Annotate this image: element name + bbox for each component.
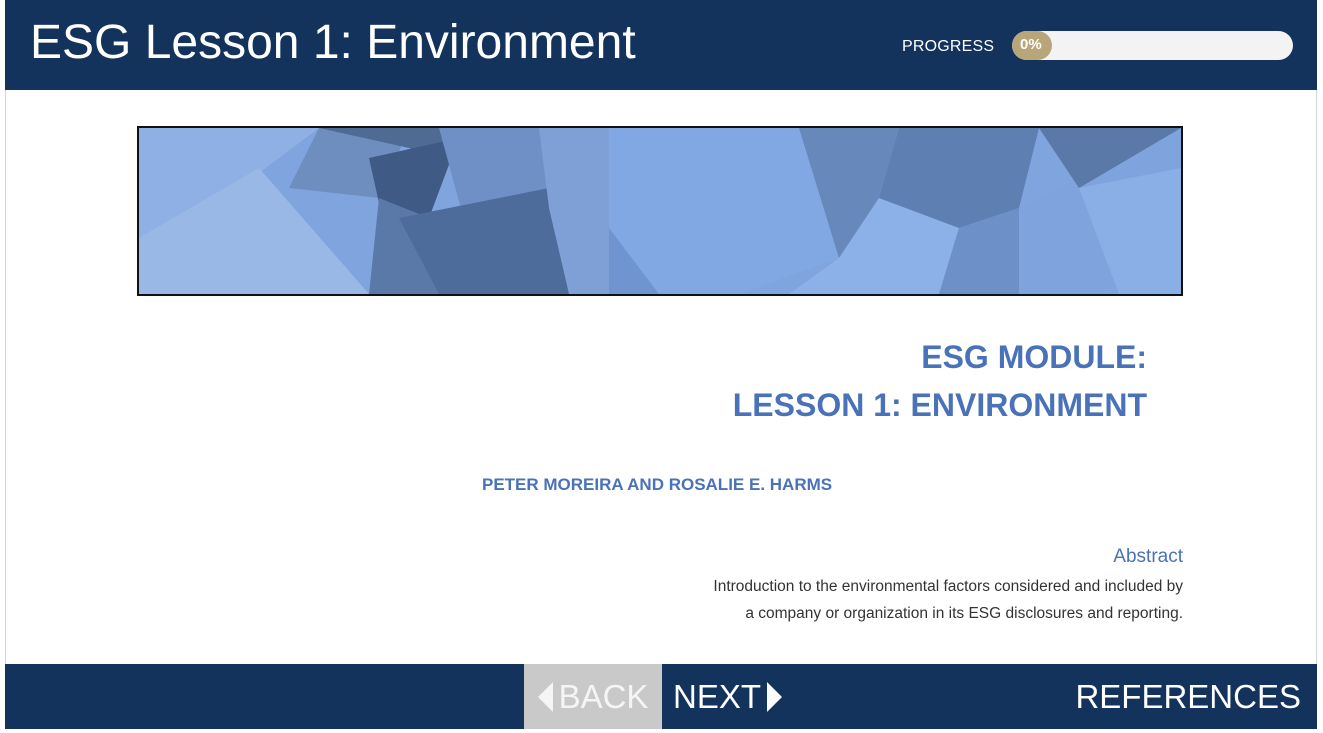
header-bar: ESG Lesson 1: Environment PROGRESS 0% (5, 0, 1317, 90)
back-button[interactable]: BACK (524, 664, 662, 729)
next-label: NEXT (673, 677, 762, 715)
authors: PETER MOREIRA AND ROSALIE E. HARMS (482, 475, 833, 494)
next-button[interactable]: NEXT (673, 664, 793, 729)
progress-bar: 0% (1012, 31, 1293, 60)
footer-bar: BACK NEXT REFERENCES (5, 664, 1317, 729)
abstract-heading: Abstract (1113, 546, 1183, 567)
module-title-line2: LESSON 1: ENVIRONMENT (732, 387, 1147, 423)
module-title-line1: ESG MODULE: (921, 339, 1147, 375)
banner-image (137, 126, 1183, 296)
progress-label: PROGRESS (902, 38, 995, 55)
triangle-left-icon (537, 681, 553, 712)
references-label: REFERENCES (1075, 677, 1301, 715)
page-title: ESG Lesson 1: Environment (30, 16, 636, 69)
back-label: BACK (558, 677, 649, 715)
references-button[interactable]: REFERENCES (1075, 664, 1301, 729)
module-title: ESG MODULE: LESSON 1: ENVIRONMENT (733, 333, 1147, 429)
abstract-line: Introduction to the environmental factor… (713, 578, 1183, 595)
abstract-line: a company or organization in its ESG dis… (745, 605, 1183, 622)
triangle-right-icon (767, 681, 783, 712)
progress-percent: 0% (1020, 36, 1042, 53)
abstract-text: Introduction to the environmental factor… (623, 573, 1183, 627)
